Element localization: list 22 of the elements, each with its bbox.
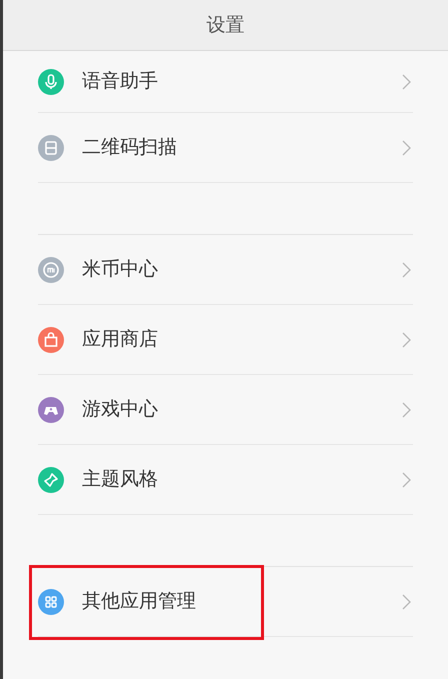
- item-label: 米币中心: [82, 257, 158, 282]
- settings-item[interactable]: 其他应用管理: [38, 567, 413, 637]
- settings-item[interactable]: 语音助手: [38, 51, 413, 113]
- settings-item[interactable]: 应用商店: [38, 305, 413, 375]
- settings-item[interactable]: 二维码扫描: [38, 113, 413, 183]
- chevron-right-icon: [402, 472, 411, 488]
- chevron-right-icon: [402, 262, 411, 278]
- item-label: 应用商店: [82, 327, 158, 352]
- settings-item[interactable]: 米币中心: [38, 235, 413, 305]
- screen-title: 设置: [206, 12, 244, 38]
- settings-item[interactable]: 主题风格: [38, 445, 413, 515]
- chevron-right-icon: [402, 332, 411, 348]
- chevron-right-icon: [402, 140, 411, 156]
- chevron-right-icon: [402, 74, 411, 90]
- item-label: 游戏中心: [82, 397, 158, 422]
- chevron-right-icon: [402, 402, 411, 418]
- item-label: 二维码扫描: [82, 135, 177, 160]
- item-label: 主题风格: [82, 467, 158, 492]
- item-label: 其他应用管理: [82, 589, 196, 614]
- settings-item[interactable]: 游戏中心: [38, 375, 413, 445]
- chevron-right-icon: [402, 594, 411, 610]
- item-label: 语音助手: [82, 69, 158, 94]
